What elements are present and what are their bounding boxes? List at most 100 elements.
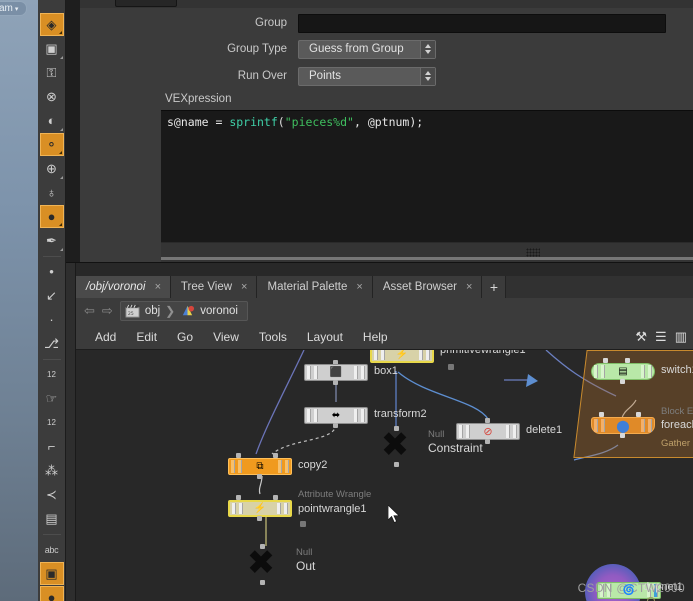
tree-list-icon[interactable]: ☰ xyxy=(655,329,667,345)
tab-asset-browser[interactable]: Asset Browser × xyxy=(372,276,483,298)
menu-layout[interactable]: Layout xyxy=(297,330,353,344)
node-chip[interactable]: ⚡ xyxy=(370,350,434,363)
submenu-arrow-icon[interactable] xyxy=(59,128,63,131)
light-bulb-icon[interactable]: ⚬ xyxy=(39,133,64,156)
node-delete1[interactable]: ⊘ delete1 xyxy=(456,418,562,444)
camera-view-icon[interactable]: ▣ xyxy=(39,562,64,585)
null-node-icon[interactable]: ✖ xyxy=(244,546,278,580)
panel-pane-icon[interactable]: ▥ xyxy=(675,329,687,345)
node-output-port[interactable] xyxy=(257,474,262,479)
node-output-port[interactable] xyxy=(485,439,490,444)
group-input[interactable] xyxy=(298,13,666,33)
viewport-toolshelf[interactable]: ◈ ▣ ⚿ ⊗ ◐ ⚬ ⊕ ♁ ● ✒ • ↙ · ⎇ 12 ☞ 12 ⌐ ⁂ ≺ ▤ abc ▣ ● xyxy=(38,0,66,601)
material-ball-icon[interactable]: ● xyxy=(39,205,64,228)
camera-selector-label: am xyxy=(0,3,13,14)
tab-obj-voronoi[interactable]: /obj/voronoi × xyxy=(76,276,171,298)
group-type-value: Guess from Group xyxy=(309,43,404,55)
menu-edit[interactable]: Edit xyxy=(126,330,167,344)
point-marker-icon[interactable]: • xyxy=(40,260,64,283)
add-tab-button[interactable]: + xyxy=(482,276,507,298)
tab-tree-view[interactable]: Tree View × xyxy=(170,276,258,298)
node-chip[interactable]: ⧉ xyxy=(228,458,292,475)
selection-nodes-icon[interactable]: ⁂ xyxy=(40,459,64,482)
display-options-icon[interactable]: ▤ xyxy=(40,507,64,530)
parameter-toolbar-widget[interactable] xyxy=(115,0,177,7)
pane-resize-grip[interactable] xyxy=(526,248,540,257)
node-pointwrangle1[interactable]: ⚡ Attribute Wrangle pointwrangle1 xyxy=(228,489,371,527)
text-abc-icon[interactable]: abc xyxy=(40,538,64,561)
chevron-updown-icon[interactable] xyxy=(420,40,435,58)
submenu-arrow-icon[interactable] xyxy=(58,223,62,226)
submenu-arrow-icon[interactable] xyxy=(59,248,63,251)
menu-add[interactable]: Add xyxy=(85,330,126,344)
viewport-strip[interactable]: am ▾ xyxy=(0,0,38,601)
close-icon[interactable]: × xyxy=(154,281,160,293)
node-output-port[interactable] xyxy=(333,380,338,385)
tools-wrench-icon[interactable]: ⚒ xyxy=(635,329,647,345)
submenu-arrow-icon[interactable] xyxy=(58,31,62,34)
nav-forward-icon[interactable]: ⇨ xyxy=(102,303,113,319)
display-eye-icon[interactable]: ◈ xyxy=(39,13,64,36)
location-pin-icon[interactable]: ● xyxy=(39,586,64,601)
foreach-gather-label: Gather : 103 xyxy=(661,438,693,449)
vector-arrow-icon[interactable]: ↙ xyxy=(40,284,64,307)
small-dot-icon[interactable]: · xyxy=(40,308,64,331)
group-type-dropdown[interactable]: Guess from Group xyxy=(298,39,436,59)
node-primitivewrangle1[interactable]: ⚡ primitivewrangle1 xyxy=(370,350,526,370)
node-output-port[interactable] xyxy=(260,580,265,585)
vexpression-editor[interactable]: s@name = sprintf("pieces%d", @ptnum); xyxy=(161,110,693,242)
chevron-updown-icon[interactable] xyxy=(420,67,435,85)
menu-tools[interactable]: Tools xyxy=(249,330,297,344)
menu-view[interactable]: View xyxy=(203,330,249,344)
run-over-dropdown[interactable]: Points xyxy=(298,66,436,86)
null-node-icon[interactable]: ✖ xyxy=(378,428,412,462)
close-icon[interactable]: × xyxy=(466,281,472,293)
bounding-box-icon[interactable]: ⌐ xyxy=(40,435,64,458)
add-object-icon[interactable]: ♁ xyxy=(40,181,64,204)
normals-icon[interactable]: ≺ xyxy=(40,483,64,506)
node-switch1[interactable]: ▤ switch1 xyxy=(591,358,693,384)
breadcrumb[interactable]: 25 obj ❯ voronoi xyxy=(119,301,248,321)
node-type-label: Attribute Wrangle xyxy=(298,489,372,500)
node-box1[interactable]: ⬛ box1 xyxy=(304,360,398,385)
node-transform2[interactable]: ⬌ transform2 xyxy=(304,407,427,428)
prim-hand-icon[interactable]: ☞ xyxy=(40,387,64,410)
add-point-icon[interactable]: ⊕ xyxy=(40,157,64,180)
close-icon[interactable]: × xyxy=(241,281,247,293)
tab-material-palette[interactable]: Material Palette × xyxy=(257,276,373,298)
submenu-arrow-icon[interactable] xyxy=(58,151,62,154)
toolshelf-separator xyxy=(42,256,61,257)
node-chip[interactable]: ⬛ xyxy=(304,364,368,381)
point-number-icon[interactable]: ⎇ xyxy=(40,332,64,355)
node-chip[interactable]: ⬤ xyxy=(591,417,655,434)
node-output-port[interactable] xyxy=(620,379,625,384)
node-output-port[interactable] xyxy=(394,462,399,467)
submenu-arrow-icon[interactable] xyxy=(59,176,63,179)
shading-sphere-icon[interactable]: ◐ xyxy=(40,109,64,132)
lock-icon[interactable]: ⚿ xyxy=(40,61,64,84)
camera-selector[interactable]: am ▾ xyxy=(0,1,28,16)
bird-guide-icon[interactable]: ✒ xyxy=(40,229,64,252)
node-output-port[interactable] xyxy=(620,433,625,438)
node-output-port[interactable] xyxy=(257,516,262,521)
network-canvas[interactable]: ⚡ primitivewrangle1 ⬛ box1 ⬌ transform2 … xyxy=(76,350,693,601)
node-foreach-end1[interactable]: ⬤ Block End foreach_end1 Gather : 103 xyxy=(591,406,693,449)
point-count-12-icon[interactable]: 12 xyxy=(40,363,64,386)
node-label: transform2 xyxy=(374,408,427,420)
node-chip[interactable]: ⬌ xyxy=(304,407,368,424)
node-chip[interactable]: ⊘ xyxy=(456,423,520,440)
close-icon[interactable]: × xyxy=(356,281,362,293)
node-output-port[interactable] xyxy=(333,423,338,428)
nav-back-icon[interactable]: ⇦ xyxy=(84,303,95,319)
node-chip[interactable]: ▤ xyxy=(591,363,655,380)
vexpression-label: VEXpression xyxy=(165,93,232,105)
node-chip[interactable]: ⚡ xyxy=(228,500,292,517)
submenu-arrow-icon[interactable] xyxy=(59,56,63,59)
bypass-bulb-icon[interactable]: ⊗ xyxy=(40,85,64,108)
menu-help[interactable]: Help xyxy=(353,330,398,344)
template-eye-icon[interactable]: ▣ xyxy=(40,37,64,60)
toolshelf-separator xyxy=(42,359,61,360)
menu-go[interactable]: Go xyxy=(167,330,203,344)
node-copy2[interactable]: ⧉ copy2 xyxy=(228,453,327,479)
prim-count-12-icon[interactable]: 12 xyxy=(40,411,64,434)
